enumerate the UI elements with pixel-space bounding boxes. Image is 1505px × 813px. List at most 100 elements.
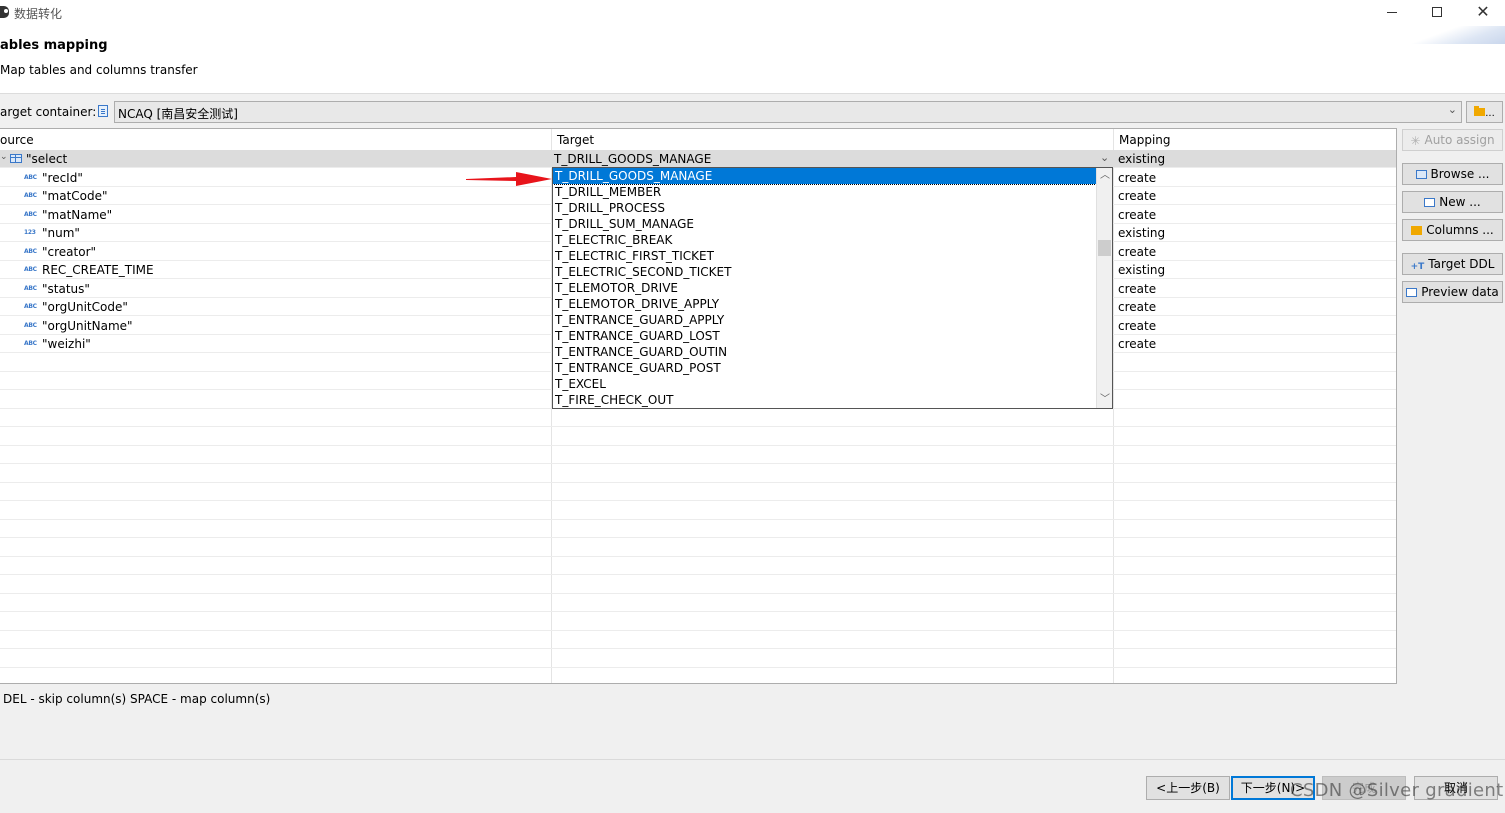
empty-row [0,446,1396,464]
dropdown-item[interactable]: T_DRILL_PROCESS [553,200,1096,216]
dropdown-item[interactable]: T_ELECTRIC_FIRST_TICKET [553,248,1096,264]
dropdown-item[interactable]: T_DRILL_MEMBER [553,184,1096,200]
empty-row [0,520,1396,538]
chevron-down-icon[interactable]: ⌄ [1100,151,1109,164]
browse-button[interactable]: Browse ... [1402,163,1503,185]
new-button[interactable]: New ... [1402,191,1503,213]
empty-row [0,650,1396,668]
dropdown-item[interactable]: T_DRILL_GOODS_MANAGE [553,168,1097,185]
target-container-select[interactable]: NCAQ [南昌安全测试] ⌄ [114,101,1462,123]
table-row[interactable]: ⌄ "select T_DRILL_GOODS_MANAGE ⌄ existin… [0,150,1396,168]
red-arrow-annotation [466,172,552,186]
string-type-icon: ABC [24,192,37,199]
mapping-type: create [1118,318,1157,333]
source-name: "select [26,152,68,166]
page-title: ables mapping [0,38,108,53]
empty-row [0,557,1396,575]
mapping-type: create [1118,244,1157,259]
dropdown-item[interactable]: T_ENTRANCE_GUARD_POST [553,360,1096,376]
target-combo-value[interactable]: T_DRILL_GOODS_MANAGE [554,152,711,166]
app-icon [0,6,9,18]
columns-icon [1411,226,1423,235]
mapping-type: existing [1118,263,1166,277]
mapping-type: create [1118,337,1157,351]
header-target[interactable]: Target [557,133,594,147]
source-name: "orgUnitCode" [42,300,128,314]
dropdown-scrollbar[interactable]: ︿ ﹀ [1096,168,1112,408]
target-container-label: arget container: [0,105,97,119]
source-name: "matName" [42,207,113,222]
columns-label: Columns ... [1426,223,1494,237]
number-type-icon: 123 [24,229,36,236]
auto-assign-label: Auto assign [1424,133,1495,147]
dropdown-item[interactable]: T_ENTRANCE_GUARD_APPLY [553,312,1096,328]
empty-row [0,576,1396,594]
string-type-icon: ABC [24,173,37,181]
string-type-icon: ABC [24,340,37,347]
target-ddl-label: Target DDL [1428,257,1495,271]
dropdown-item[interactable]: T_EXCEL [553,376,1096,392]
string-type-icon: ABC [24,284,37,292]
dropdown-item[interactable]: T_ELEMOTOR_DRIVE_APPLY [553,296,1096,312]
preview-data-label: Preview data [1421,285,1499,299]
folder-icon [1474,106,1486,116]
source-name: "creator" [42,244,97,259]
empty-row [0,483,1396,501]
columns-button[interactable]: Columns ... [1402,219,1503,241]
dropdown-item[interactable]: T_ENTRANCE_GUARD_LOST [553,328,1096,344]
minimize-icon [1387,11,1397,13]
csdn-watermark: CSDN @Silver gradient [1290,780,1504,801]
empty-row [0,465,1396,483]
ddl-icon: +T [1410,262,1425,272]
close-icon: ✕ [1476,2,1490,21]
mapping-type: create [1118,207,1157,222]
title-bar: 数据转化 ✕ [0,0,1505,26]
close-button[interactable]: ✕ [1460,0,1505,26]
auto-assign-button[interactable]: ✳ Auto assign [1402,129,1503,151]
header-source[interactable]: ource [0,133,34,147]
source-name: "weizhi" [42,337,91,351]
minimize-button[interactable] [1369,0,1415,26]
database-icon [98,105,108,117]
source-name: "status" [42,281,90,296]
back-button[interactable]: <上一步(B) [1146,776,1230,800]
empty-row [0,594,1396,612]
chevron-down-icon: ⌄ [1447,103,1457,116]
footer-divider [0,759,1505,760]
banner-decoration [1395,26,1505,44]
target-table-dropdown[interactable]: T_DRILL_GOODS_MANAGE T_DRILL_MEMBER T_DR… [552,167,1113,409]
expand-icon[interactable]: ⌄ [0,152,8,162]
empty-row [0,409,1396,427]
dropdown-item[interactable]: T_DRILL_SUM_MANAGE [553,216,1096,232]
scroll-up-icon[interactable]: ︿ [1097,168,1112,184]
mapping-type: create [1118,170,1157,185]
string-type-icon: ABC [24,266,37,273]
scrollbar-thumb[interactable] [1098,240,1111,256]
header-mapping[interactable]: Mapping [1119,133,1171,147]
dropdown-item[interactable]: T_ELEMOTOR_DRIVE [553,280,1096,296]
dropdown-item[interactable]: T_ENTRANCE_GUARD_OUTIN [553,344,1096,360]
new-label: New ... [1439,195,1481,209]
empty-row [0,428,1396,446]
string-type-icon: ABC [24,247,37,255]
maximize-icon [1432,7,1442,17]
string-type-icon: ABC [24,303,37,310]
dropdown-item[interactable]: T_FIRE_CHECK_OUT [553,392,1096,408]
preview-icon [1406,288,1418,297]
mapping-type: existing [1118,226,1166,240]
choose-container-button[interactable]: ... [1466,101,1503,123]
preview-data-button[interactable]: Preview data [1402,281,1503,303]
window-title: 数据转化 [14,7,63,21]
empty-row [0,539,1396,557]
dropdown-item[interactable]: T_ELECTRIC_BREAK [553,232,1096,248]
choose-container-dots: ... [1485,108,1495,119]
wizard-banner: ables mapping Map tables and columns tra… [0,26,1505,94]
browse-label: Browse ... [1430,167,1490,181]
keyboard-hint: DEL - skip column(s) SPACE - map column(… [3,692,271,706]
scroll-down-icon[interactable]: ﹀ [1097,392,1112,408]
target-ddl-button[interactable]: +T Target DDL [1402,253,1503,275]
dropdown-item[interactable]: T_ELECTRIC_SECOND_TICKET [553,264,1096,280]
string-type-icon: ABC [24,321,37,329]
maximize-button[interactable] [1414,0,1460,26]
target-container-value: NCAQ [南昌安全测试] [118,107,238,121]
